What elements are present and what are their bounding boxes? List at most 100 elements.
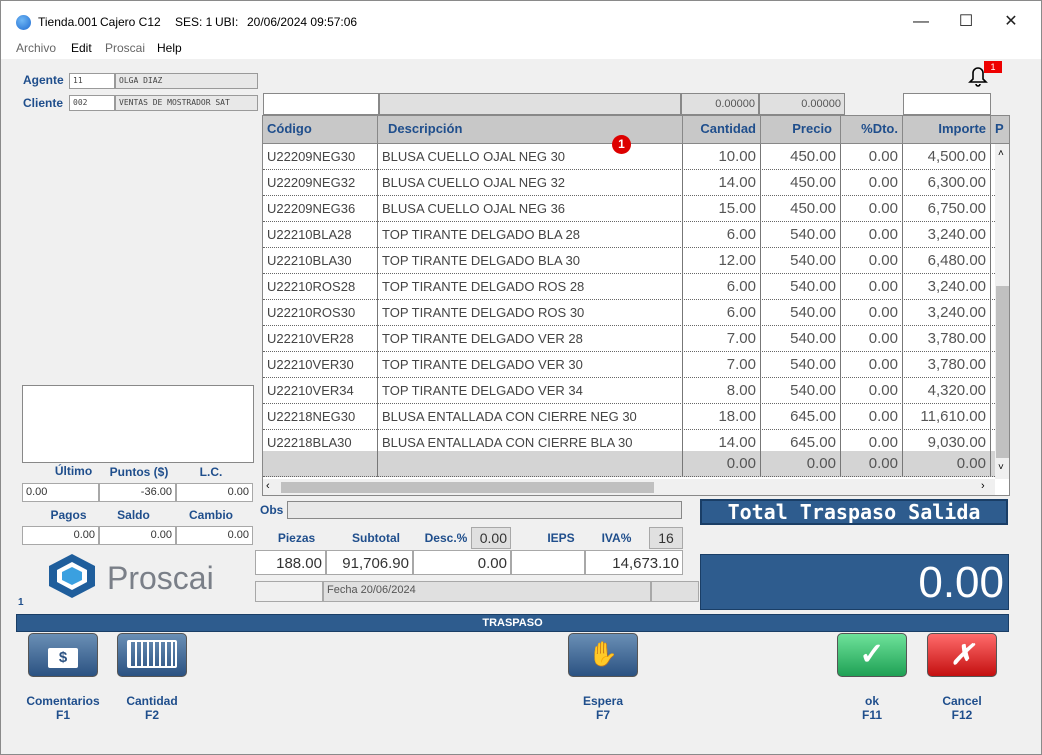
- cell-amount: 0.00: [903, 451, 991, 477]
- cell-dto: 0.00: [841, 326, 903, 352]
- col-header-importe[interactable]: Importe: [903, 116, 991, 144]
- client-code-field[interactable]: 002: [69, 95, 115, 111]
- col-header-codigo[interactable]: Código: [263, 116, 378, 144]
- vertical-scroll-thumb[interactable]: [996, 286, 1009, 458]
- minimize-button[interactable]: —: [906, 9, 936, 35]
- table-row[interactable]: U22218NEG30 BLUSA ENTALLADA CON CIERRE NE…: [263, 404, 995, 430]
- total-header: Total Traspaso Salida: [700, 499, 1008, 525]
- client-label: Cliente: [23, 96, 64, 110]
- cell-price: 645.00: [761, 404, 841, 430]
- close-button[interactable]: ✕: [996, 9, 1026, 35]
- cell-qty: 8.00: [683, 378, 761, 404]
- col-header-precio[interactable]: Precio: [761, 116, 841, 144]
- col-header-descripcion[interactable]: Descripción: [378, 116, 683, 144]
- cross-icon: ✗: [950, 639, 974, 670]
- horizontal-scroll-thumb[interactable]: [281, 482, 654, 493]
- cell-amount: 3,780.00: [903, 326, 991, 352]
- cantidad-label: Cantidad F2: [126, 694, 178, 722]
- cell-price: 540.00: [761, 248, 841, 274]
- cell-dto: 0.00: [841, 451, 903, 477]
- table-row[interactable]: U22210VER28 TOP TIRANTE DELGADO VER 28 7.0…: [263, 326, 995, 352]
- table-row-blank[interactable]: 0.00 0.00 0.00 0.00: [263, 451, 995, 477]
- table-row[interactable]: U22210ROS28 TOP TIRANTE DELGADO ROS 28 6.0…: [263, 274, 995, 300]
- menu-archivo[interactable]: Archivo: [16, 41, 56, 55]
- cell-desc: TOP TIRANTE DELGADO VER 28: [378, 326, 683, 352]
- title-session: SES: 1: [175, 15, 213, 29]
- title-cashier: Cajero C12: [100, 15, 161, 29]
- cell-price: 450.00: [761, 144, 841, 170]
- grid-header: Código Descripción Cantidad Precio %Dto.…: [263, 116, 1009, 144]
- table-row[interactable]: U22210ROS30 TOP TIRANTE DELGADO ROS 30 6.0…: [263, 300, 995, 326]
- extra-entry-input[interactable]: [903, 93, 991, 115]
- title-store: Tienda.001: [38, 15, 98, 29]
- cantidad-button[interactable]: [117, 633, 187, 677]
- espera-button[interactable]: ✋: [568, 633, 638, 677]
- cambio-label: Cambio: [188, 508, 233, 522]
- scroll-up-icon[interactable]: ˄: [998, 148, 1004, 159]
- cell-price: 0.00: [761, 451, 841, 477]
- cell-qty: 10.00: [683, 144, 761, 170]
- grid-vertical-scrollbar[interactable]: ˄ ˅: [995, 144, 1009, 479]
- cell-qty: 6.00: [683, 222, 761, 248]
- puntos-label: Puntos ($): [109, 465, 169, 479]
- cell-code: U22218NEG30: [263, 404, 378, 430]
- maximize-button[interactable]: ☐: [951, 9, 981, 35]
- code-entry-input[interactable]: [263, 93, 379, 115]
- description-entry-input: [379, 93, 681, 115]
- espera-label: Espera F7: [582, 694, 624, 722]
- cell-code: U22210VER34: [263, 378, 378, 404]
- cell-qty: 7.00: [683, 352, 761, 378]
- menu-edit[interactable]: Edit: [71, 41, 92, 55]
- piezas-field: 188.00: [255, 550, 326, 575]
- total-value: 0.00: [700, 554, 1009, 610]
- puntos-field: -36.00: [99, 483, 176, 502]
- cell-code: U22209NEG36: [263, 196, 378, 222]
- cell-code: U22209NEG32: [263, 170, 378, 196]
- scroll-right-icon[interactable]: ›: [981, 480, 985, 492]
- cell-dto: 0.00: [841, 352, 903, 378]
- cell-price: 540.00: [761, 274, 841, 300]
- page-number: 1: [18, 597, 24, 608]
- table-row[interactable]: U22210VER30 TOP TIRANTE DELGADO VER 30 7.0…: [263, 352, 995, 378]
- grid-horizontal-scrollbar[interactable]: ‹ ›: [263, 479, 995, 495]
- table-row[interactable]: U22210VER34 TOP TIRANTE DELGADO VER 34 8.0…: [263, 378, 995, 404]
- proscai-logo-icon: [43, 552, 101, 600]
- table-row[interactable]: U22209NEG32 BLUSA CUELLO OJAL NEG 32 14.00…: [263, 170, 995, 196]
- cell-code: [263, 451, 378, 477]
- scroll-down-icon[interactable]: ˅: [998, 462, 1004, 473]
- cell-desc: BLUSA CUELLO OJAL NEG 36: [378, 196, 683, 222]
- fecha-field: Fecha 20/06/2024: [323, 581, 651, 602]
- notification-count-badge: 1: [984, 61, 1002, 73]
- cell-amount: 11,610.00: [903, 404, 991, 430]
- menu-proscai[interactable]: Proscai: [105, 41, 145, 55]
- ieps-amount-field: [511, 550, 585, 575]
- table-row[interactable]: U22209NEG30 BLUSA CUELLO OJAL NEG 30 10.00…: [263, 144, 995, 170]
- fecha-left-field: [255, 581, 323, 602]
- saldo-label: Saldo: [117, 508, 150, 522]
- col-header-dto[interactable]: %Dto.: [841, 116, 903, 144]
- table-row[interactable]: U22210BLA28 TOP TIRANTE DELGADO BLA 28 6.0…: [263, 222, 995, 248]
- iva-amount-field: 14,673.10: [585, 550, 683, 575]
- scroll-left-icon[interactable]: ‹: [266, 480, 270, 492]
- table-row[interactable]: U22209NEG36 BLUSA CUELLO OJAL NEG 36 15.00…: [263, 196, 995, 222]
- cell-qty: 6.00: [683, 300, 761, 326]
- cell-dto: 0.00: [841, 404, 903, 430]
- comentarios-button[interactable]: $: [28, 633, 98, 677]
- cell-desc: BLUSA CUELLO OJAL NEG 30: [378, 144, 683, 170]
- cell-code: U22210VER28: [263, 326, 378, 352]
- col-header-cantidad[interactable]: Cantidad: [683, 116, 761, 144]
- cambio-field: 0.00: [176, 526, 253, 545]
- cancel-button[interactable]: ✗: [927, 633, 997, 677]
- cell-amount: 6,750.00: [903, 196, 991, 222]
- agent-code-field[interactable]: 11: [69, 73, 115, 89]
- table-row[interactable]: U22210BLA30 TOP TIRANTE DELGADO BLA 30 12.…: [263, 248, 995, 274]
- calculator-icon: [118, 634, 186, 676]
- col-header-extra[interactable]: P: [991, 116, 1009, 144]
- comentarios-label: Comentarios F1: [26, 694, 100, 722]
- menu-help[interactable]: Help: [157, 41, 182, 55]
- obs-field[interactable]: [287, 501, 682, 519]
- cell-price: 540.00: [761, 326, 841, 352]
- ok-button[interactable]: ✓: [837, 633, 907, 677]
- app-globe-icon: [16, 15, 31, 30]
- cell-qty: 7.00: [683, 326, 761, 352]
